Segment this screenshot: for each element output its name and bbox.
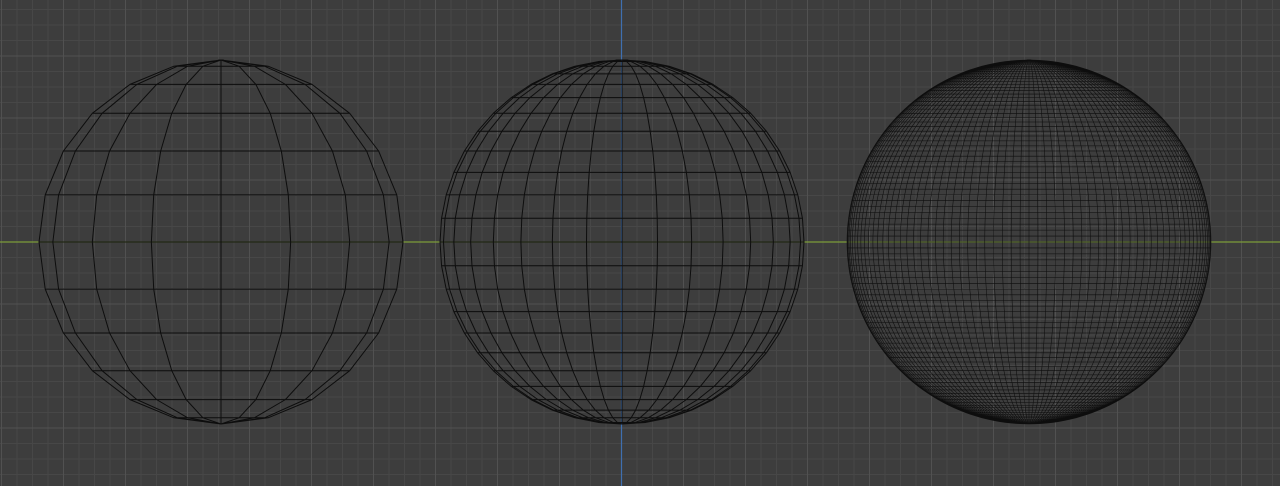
medium-poly-sphere-wireframe[interactable]	[439, 59, 805, 425]
viewport-canvas[interactable]	[0, 0, 1280, 486]
high-poly-sphere[interactable]	[846, 59, 1212, 425]
3d-viewport[interactable]	[0, 0, 1280, 486]
high-poly-sphere-wireframe[interactable]	[846, 59, 1212, 425]
medium-poly-sphere[interactable]	[439, 59, 805, 425]
